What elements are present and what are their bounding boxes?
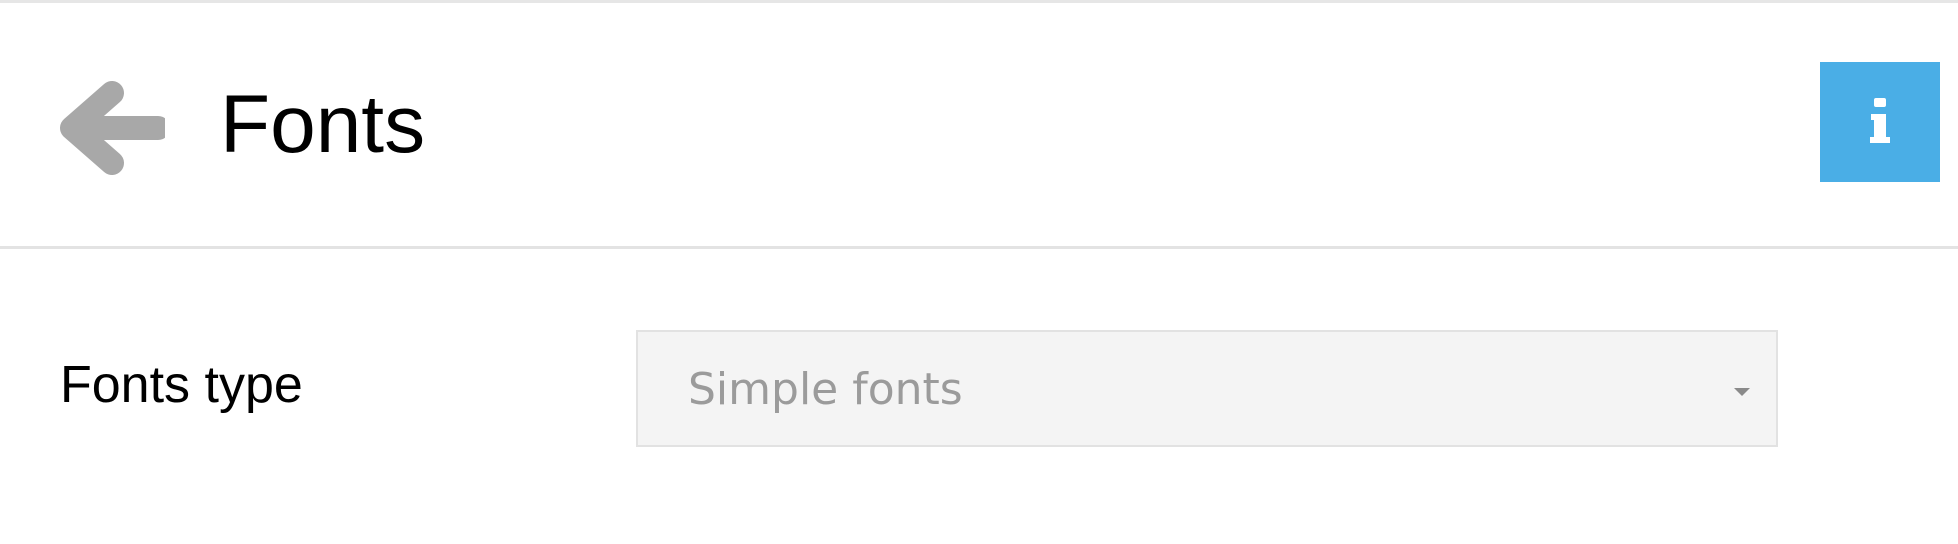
info-button[interactable] — [1820, 62, 1940, 182]
fonts-type-value: Simple fonts — [688, 364, 963, 415]
caret-down-icon — [1734, 388, 1750, 396]
fonts-type-select[interactable]: Simple fonts — [636, 330, 1778, 447]
info-icon — [1870, 98, 1890, 143]
fonts-type-label: Fonts type — [60, 356, 303, 414]
arrow-left-icon — [60, 81, 170, 175]
back-button[interactable] — [55, 75, 170, 185]
header-bar: Fonts — [0, 3, 1958, 249]
page-title: Fonts — [220, 79, 426, 170]
